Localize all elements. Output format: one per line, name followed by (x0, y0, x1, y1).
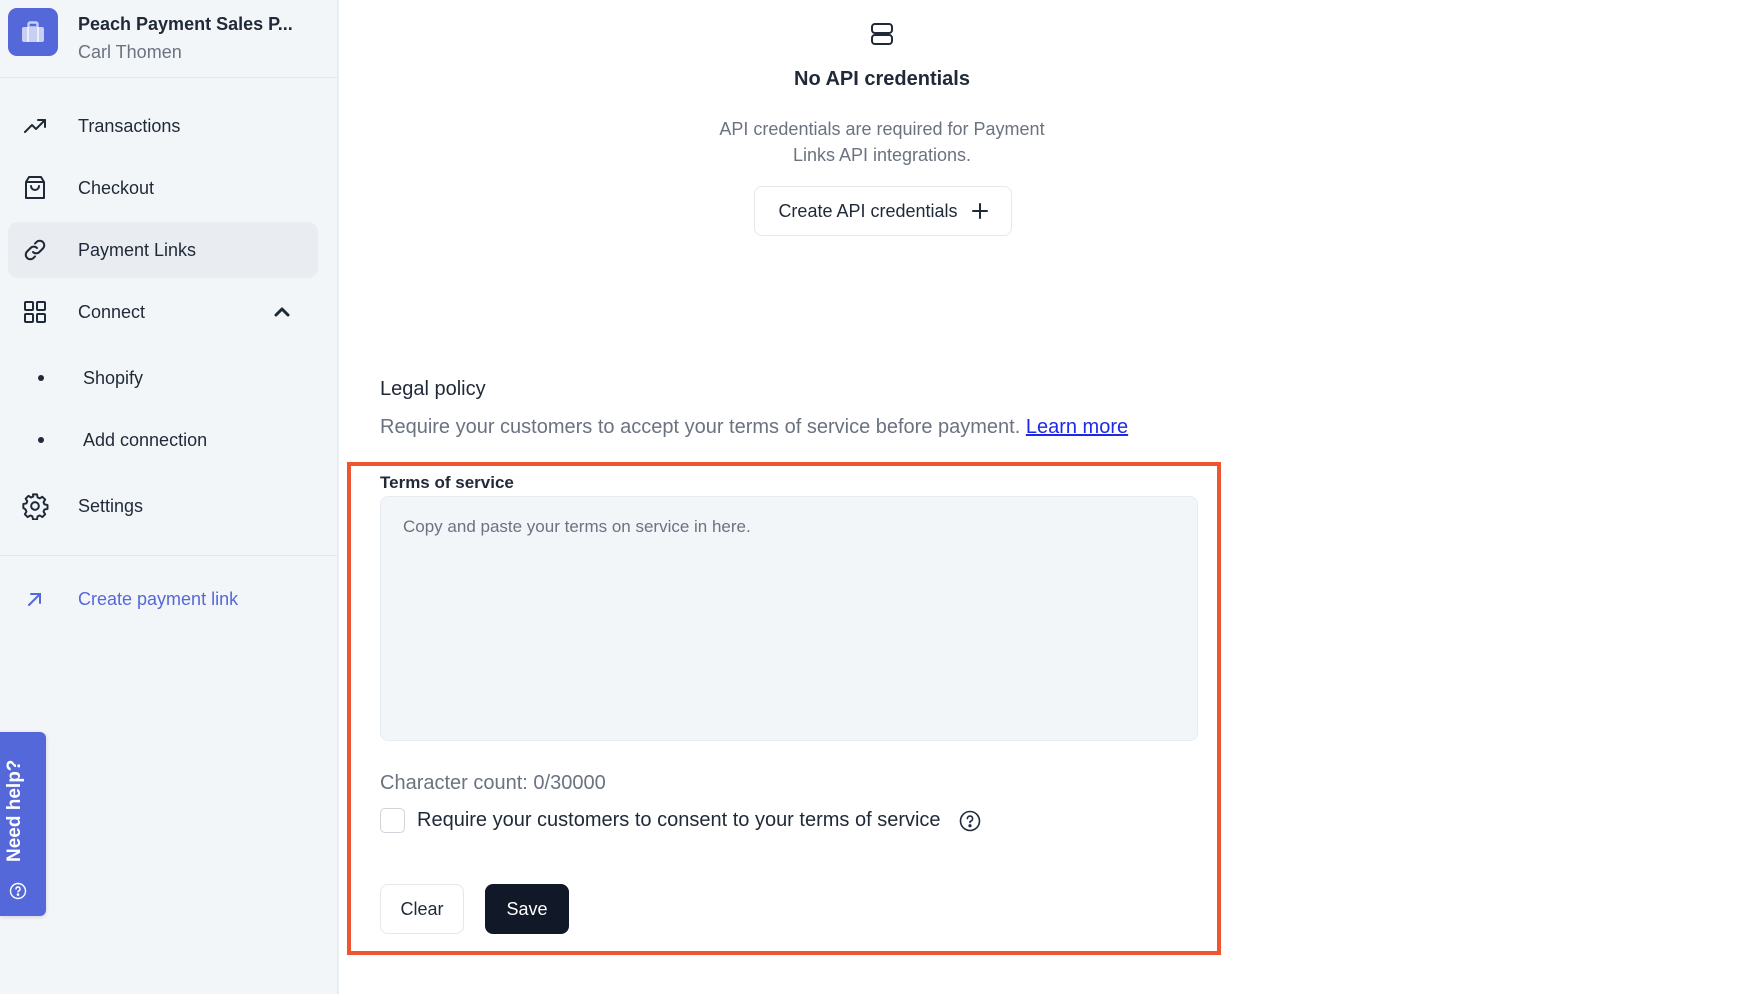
help-circle-icon (9, 882, 27, 900)
gear-icon (21, 492, 49, 520)
org-switcher[interactable]: Peach Payment Sales P... Carl Thomen (8, 8, 328, 70)
trending-up-icon (21, 112, 49, 140)
bullet-icon (38, 437, 44, 443)
need-help-tab[interactable]: Need help? (0, 732, 46, 916)
legal-policy-title: Legal policy (380, 378, 486, 400)
character-count: Character count: 0/30000 (380, 772, 606, 794)
sidebar: Peach Payment Sales P... Carl Thomen Tra… (0, 0, 339, 994)
sidebar-subitem-shopify[interactable]: Shopify (8, 353, 318, 403)
link-icon (21, 236, 49, 264)
main-content: No API credentials API credentials are r… (340, 0, 1752, 994)
consent-row: Require your customers to consent to you… (380, 808, 981, 833)
sidebar-item-label: Connect (78, 301, 146, 322)
server-icon (871, 23, 893, 45)
sidebar-item-connect[interactable]: Connect (8, 284, 318, 340)
plus-icon (971, 203, 988, 219)
sidebar-subitem-label: Add connection (83, 429, 208, 450)
legal-policy-text: Require your customers to accept your te… (380, 416, 1021, 438)
arrow-up-right-icon (21, 585, 49, 613)
sidebar-item-label: Payment Links (78, 239, 197, 260)
chevron-up-icon[interactable] (272, 302, 292, 322)
create-api-credentials-button[interactable]: Create API credentials (754, 186, 1012, 236)
grid-icon (21, 298, 49, 326)
legal-policy-description: Require your customers to accept your te… (380, 416, 1128, 439)
consent-checkbox[interactable] (380, 808, 405, 833)
briefcase-icon (8, 8, 58, 56)
need-help-label: Need help? (4, 759, 25, 862)
help-circle-icon[interactable] (959, 810, 981, 832)
learn-more-link[interactable]: Learn more (1026, 416, 1128, 438)
sidebar-item-checkout[interactable]: Checkout (8, 160, 318, 216)
sidebar-item-payment-links[interactable]: Payment Links (8, 222, 318, 278)
terms-of-service-label: Terms of service (380, 473, 514, 492)
sidebar-subitem-label: Shopify (83, 367, 144, 388)
api-empty-title: No API credentials (794, 68, 970, 90)
org-name: Peach Payment Sales P... (78, 14, 293, 34)
create-payment-link-label: Create payment link (78, 588, 239, 609)
sidebar-item-settings[interactable]: Settings (8, 478, 318, 534)
sidebar-subitem-add-connection[interactable]: Add connection (8, 415, 318, 465)
sidebar-item-label: Checkout (78, 177, 155, 198)
sidebar-item-transactions[interactable]: Transactions (8, 98, 318, 154)
divider (0, 77, 338, 78)
create-api-credentials-label: Create API credentials (778, 200, 958, 221)
api-empty-description: API credentials are required for Payment… (719, 119, 1045, 165)
save-button[interactable]: Save (485, 884, 569, 934)
create-payment-link[interactable]: Create payment link (8, 571, 318, 627)
user-name: Carl Thomen (78, 42, 182, 62)
terms-of-service-textarea[interactable] (380, 496, 1198, 741)
divider (0, 555, 338, 556)
shopping-bag-icon (21, 174, 49, 202)
bullet-icon (38, 375, 44, 381)
clear-button[interactable]: Clear (380, 884, 464, 934)
sidebar-item-label: Settings (78, 495, 144, 516)
sidebar-item-label: Transactions (78, 115, 181, 136)
consent-label: Require your customers to consent to you… (417, 809, 941, 831)
